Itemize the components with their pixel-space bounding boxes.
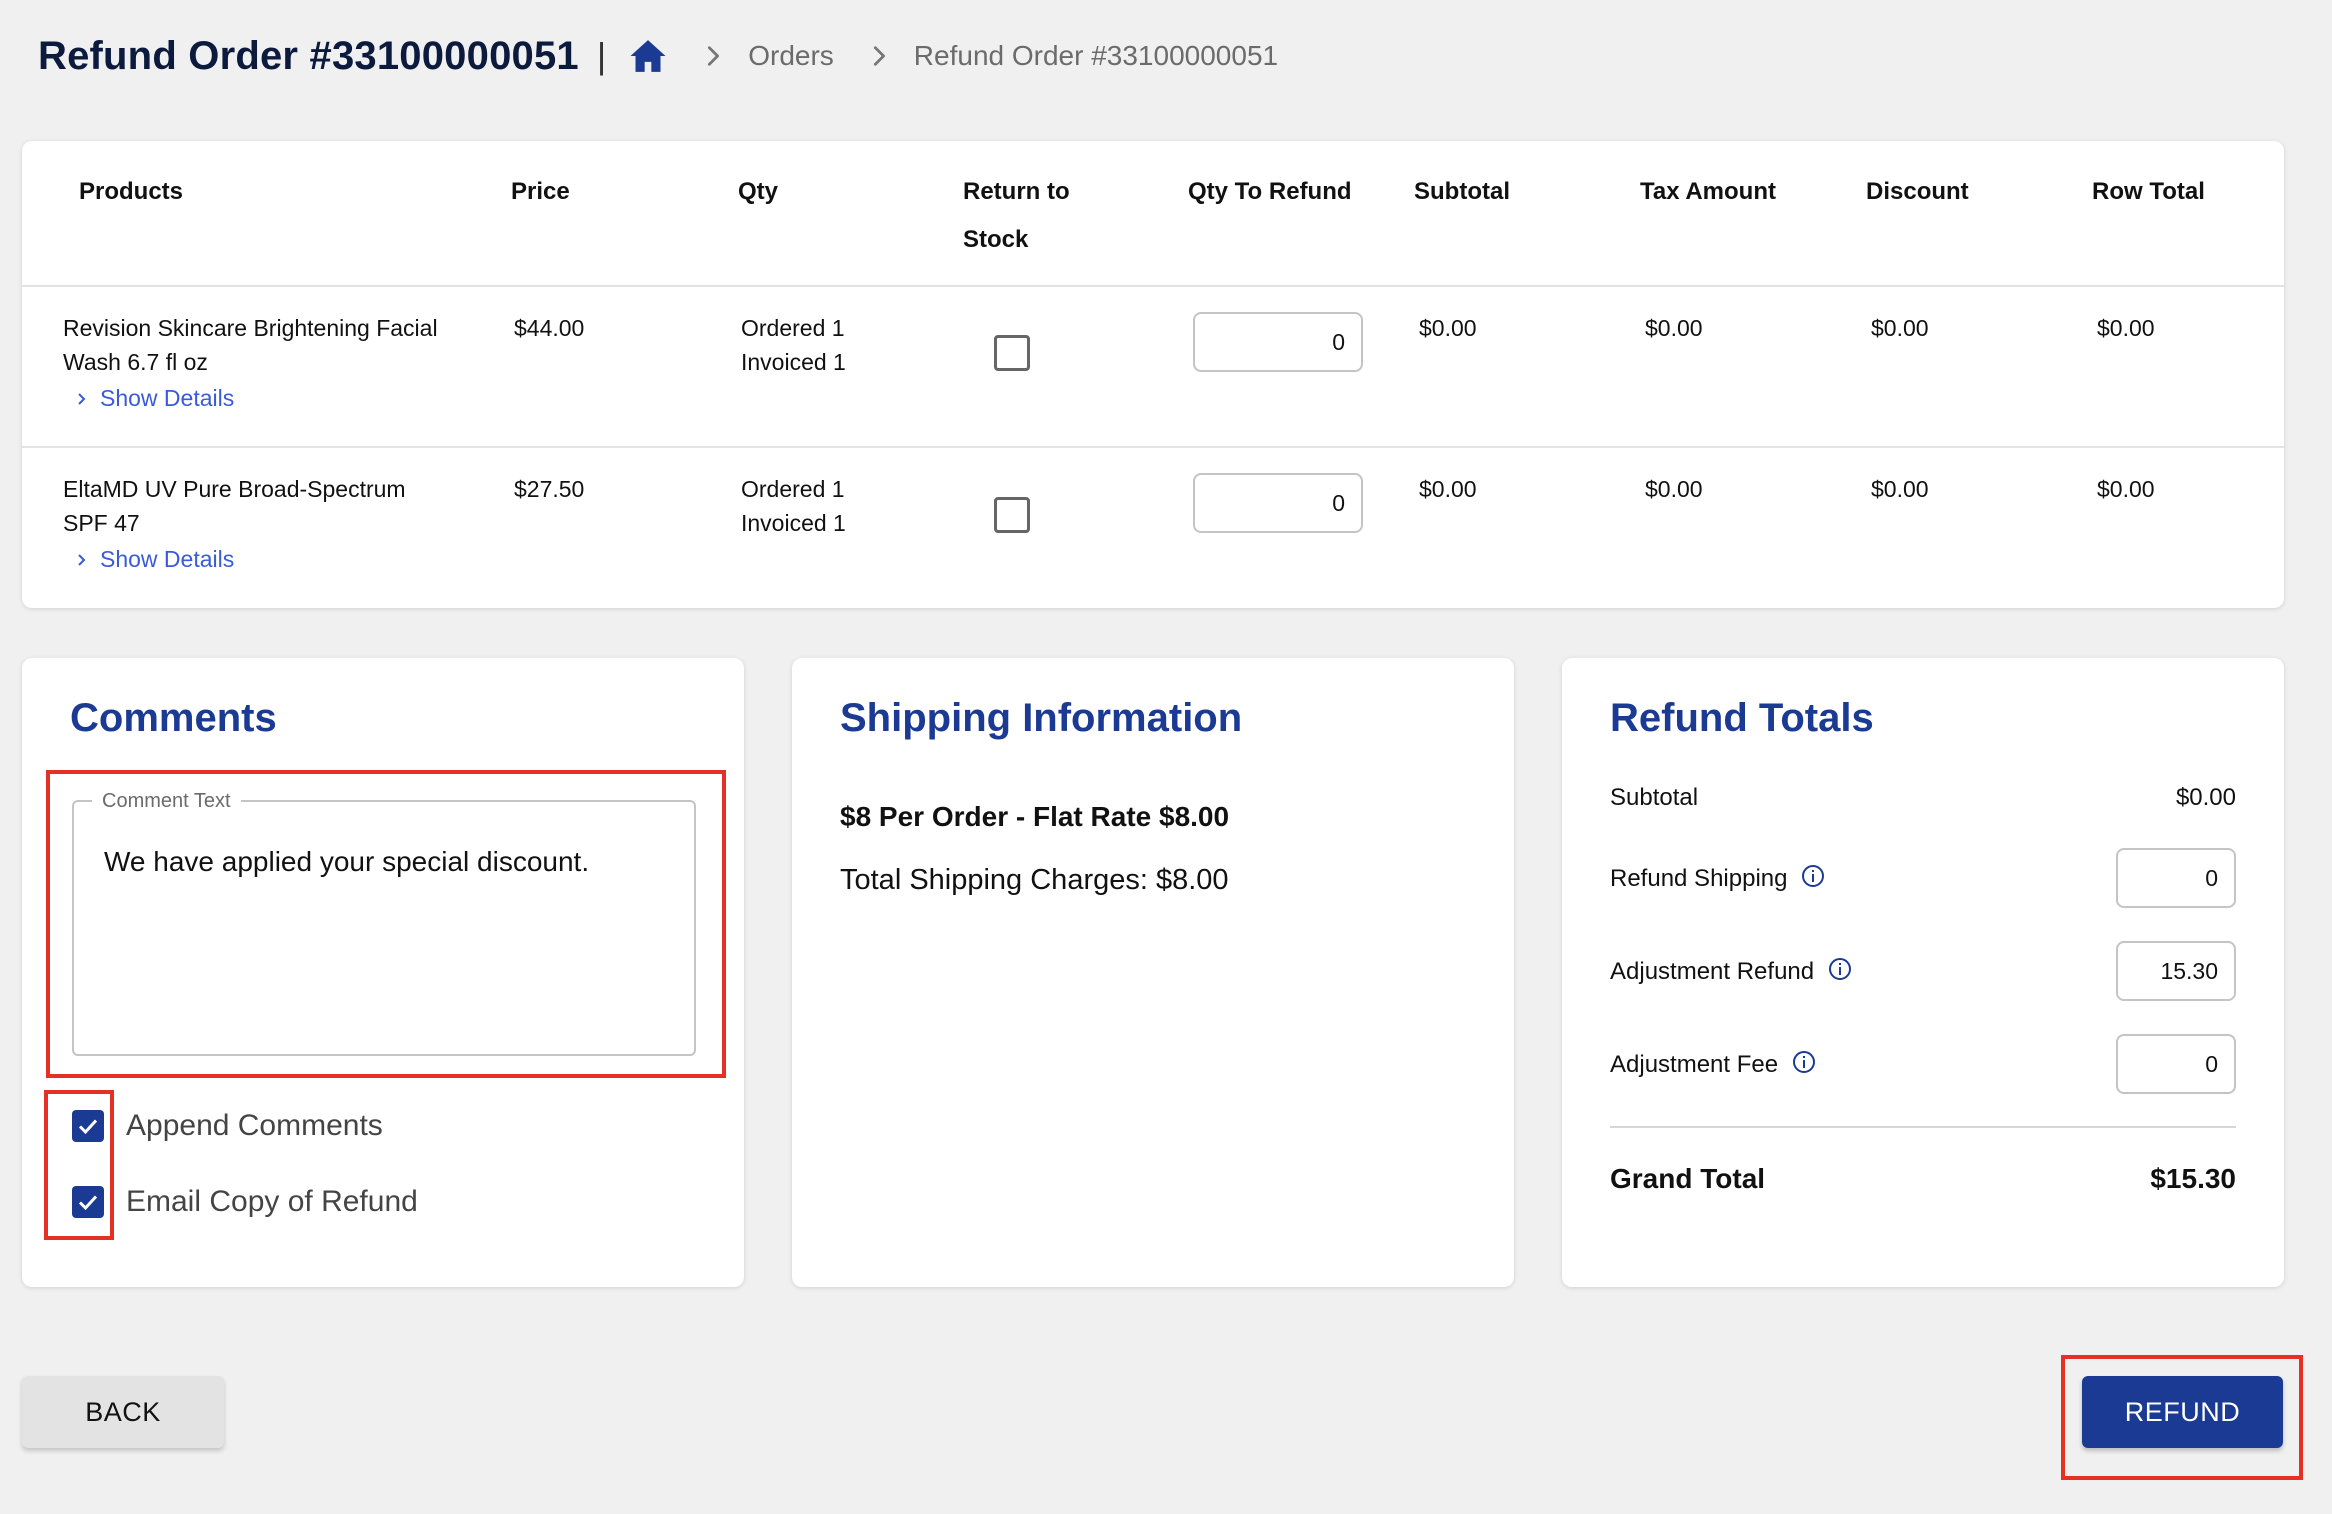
shipping-method: $8 Per Order - Flat Rate $8.00	[840, 801, 1230, 832]
adjustment-refund-label-text: Adjustment Refund	[1610, 958, 1815, 985]
subtotal-label-text: Subtotal	[1610, 784, 1699, 811]
page-header: Refund Order #33100000051 | Orders Refun…	[38, 28, 1278, 84]
refund-button[interactable]: REFUND	[2082, 1376, 2283, 1448]
tax-amount-cell: $0.00	[1645, 315, 1703, 341]
qty-ordered: Ordered 1	[741, 476, 845, 502]
tax-amount-cell: $0.00	[1645, 476, 1703, 502]
breadcrumb-orders[interactable]: Orders	[748, 40, 834, 72]
product-name-line: EltaMD UV Pure Broad-Spectrum	[63, 476, 406, 502]
column-header-subtotal: Subtotal	[1414, 178, 1510, 205]
qty-to-refund-input[interactable]	[1193, 312, 1363, 372]
row-total-cell: $0.00	[2097, 476, 2155, 502]
chevron-right-icon	[708, 46, 720, 66]
return-to-stock-checkbox[interactable]	[994, 497, 1030, 533]
breadcrumb: Orders Refund Order #33100000051	[628, 36, 1278, 76]
column-header-products: Products	[79, 178, 184, 205]
column-header-price: Price	[511, 178, 570, 205]
checkmark-icon	[78, 1195, 98, 1211]
qty-invoiced: Invoiced 1	[741, 510, 846, 536]
shipping-panel: Shipping Information $8 Per Order - Flat…	[792, 658, 1514, 1287]
info-icon[interactable]	[1828, 957, 1852, 981]
items-table: Products Price Qty Return to Stock Qty T…	[22, 141, 2284, 608]
comment-text-label: Comment Text	[92, 789, 241, 813]
checkmark-icon	[78, 1119, 98, 1135]
adjustment-fee-label: Adjustment Fee	[1610, 1051, 1816, 1079]
product-name: EltaMD UV Pure Broad-Spectrum SPF 47	[63, 472, 406, 540]
refund-totals-title: Refund Totals	[1610, 696, 1874, 740]
comments-panel: Comments Comment Text We have applied yo…	[22, 658, 744, 1287]
divider	[1610, 1126, 2236, 1128]
shipping-total: Total Shipping Charges: $8.00	[840, 864, 1229, 896]
append-comments-checkbox[interactable]	[72, 1110, 104, 1142]
row-divider	[22, 446, 2284, 448]
product-name-line: Revision Skincare Brightening Facial	[63, 315, 438, 341]
adjustment-refund-input[interactable]	[2116, 941, 2236, 1001]
column-header-discount: Discount	[1866, 178, 1969, 205]
grand-total-value: $15.30	[2150, 1163, 2236, 1194]
grand-total-label: Grand Total	[1610, 1163, 1766, 1194]
qty-invoiced: Invoiced 1	[741, 349, 846, 375]
product-name: Revision Skincare Brightening Facial Was…	[63, 311, 438, 379]
show-details-label: Show Details	[100, 546, 235, 572]
adjustment-refund-label: Adjustment Refund	[1610, 958, 1852, 986]
column-header-return-to-stock: Return to Stock	[963, 178, 1070, 253]
refund-shipping-input[interactable]	[2116, 848, 2236, 908]
subtotal-cell: $0.00	[1419, 315, 1477, 341]
refund-shipping-label-text: Refund Shipping	[1610, 865, 1788, 892]
column-header-qty: Qty	[738, 178, 779, 205]
qty-to-refund-input[interactable]	[1193, 473, 1363, 533]
column-header-row-total: Row Total	[2092, 178, 2205, 205]
price-cell: $44.00	[514, 315, 585, 341]
qty-ordered: Ordered 1	[741, 315, 845, 341]
back-button[interactable]: BACK	[22, 1376, 224, 1448]
adjustment-fee-label-text: Adjustment Fee	[1610, 1051, 1779, 1078]
comment-text-field: Comment Text We have applied your specia…	[72, 789, 696, 1056]
discount-cell: $0.00	[1871, 476, 1929, 502]
append-comments-label: Append Comments	[126, 1109, 383, 1142]
comments-title: Comments	[70, 696, 277, 740]
shipping-title: Shipping Information	[840, 696, 1243, 740]
product-name-line: SPF 47	[63, 510, 140, 536]
row-total-cell: $0.00	[2097, 315, 2155, 341]
adjustment-fee-input[interactable]	[2116, 1034, 2236, 1094]
subtotal-label: Subtotal	[1610, 784, 1698, 812]
comment-textarea[interactable]: We have applied your special discount.	[94, 832, 674, 1032]
chevron-right-icon	[78, 392, 86, 405]
email-copy-label: Email Copy of Refund	[126, 1185, 418, 1218]
subtotal-value: $0.00	[2175, 784, 2236, 811]
price-cell: $27.50	[514, 476, 585, 502]
show-details-label: Show Details	[100, 385, 235, 411]
refund-totals-panel: Refund Totals Subtotal $0.00 Refund Ship…	[1562, 658, 2284, 1287]
append-comments-option[interactable]: Append Comments	[72, 1109, 383, 1143]
show-details-link[interactable]: Show Details	[74, 385, 234, 412]
return-to-stock-checkbox[interactable]	[994, 335, 1030, 371]
info-icon[interactable]	[1792, 1050, 1816, 1074]
show-details-link[interactable]: Show Details	[74, 546, 234, 573]
qty-cell: Ordered 1 Invoiced 1	[741, 311, 846, 379]
chevron-right-icon	[78, 553, 86, 566]
discount-cell: $0.00	[1871, 315, 1929, 341]
subtotal-cell: $0.00	[1419, 476, 1477, 502]
home-icon[interactable]	[628, 36, 668, 76]
title-separator: |	[596, 35, 607, 76]
breadcrumb-current: Refund Order #33100000051	[913, 40, 1279, 71]
info-icon[interactable]	[1801, 864, 1825, 888]
column-header-tax-amount: Tax Amount	[1640, 178, 1776, 205]
product-name-line: Wash 6.7 fl oz	[63, 349, 208, 375]
chevron-right-icon	[873, 46, 885, 66]
column-header-qty-to-refund: Qty To Refund	[1188, 178, 1352, 205]
row-divider	[22, 285, 2284, 287]
qty-cell: Ordered 1 Invoiced 1	[741, 472, 846, 540]
email-copy-option[interactable]: Email Copy of Refund	[72, 1185, 418, 1219]
page-title: Refund Order #33100000051	[38, 33, 579, 78]
refund-shipping-label: Refund Shipping	[1610, 865, 1825, 893]
email-copy-checkbox[interactable]	[72, 1186, 104, 1218]
